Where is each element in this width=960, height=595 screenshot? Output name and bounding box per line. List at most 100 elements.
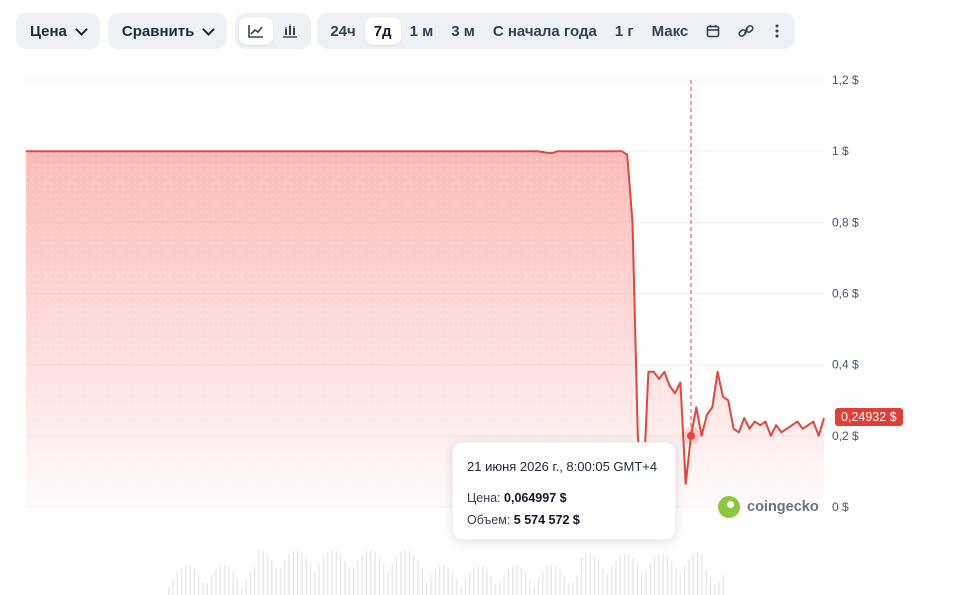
volume-bar (490, 575, 492, 595)
volume-bar (533, 586, 535, 595)
volume-bar (421, 568, 423, 595)
volume-bar (266, 554, 269, 595)
y-tick-label: 0,4 $ (832, 358, 859, 372)
volume-bar (395, 556, 398, 595)
volume-bar (718, 581, 720, 595)
price-area (26, 150, 825, 507)
volume-bar (275, 568, 277, 595)
volume-bar (301, 552, 303, 595)
volume-bar (576, 574, 578, 595)
volume-bar (559, 569, 561, 595)
volume-bar (391, 563, 393, 595)
chart-tooltip: 21 июня 2026 г., 8:00:05 GMT+4 Цена: 0,0… (452, 442, 676, 540)
volume-bar (340, 554, 342, 595)
volume-bar (464, 578, 466, 595)
volume-bar (215, 569, 217, 595)
volume-bar (193, 569, 196, 595)
volume-bar (623, 553, 626, 595)
volume-bar (705, 570, 707, 595)
volume-bar (628, 554, 630, 595)
volume-bar (404, 550, 406, 595)
volume-bar (653, 556, 656, 595)
tooltip-price-value: 0,064997 $ (504, 491, 567, 505)
volume-bar (550, 565, 552, 595)
volume-bar (383, 564, 385, 595)
volume-bar (262, 550, 264, 595)
volume-bar (675, 568, 677, 595)
y-tick-label: 0 $ (832, 500, 849, 514)
volume-bar (679, 573, 681, 595)
volume-bar (357, 560, 359, 595)
area-dot-texture (26, 151, 824, 507)
volume-bar (645, 569, 647, 595)
volume-bar (331, 550, 333, 595)
volume-bar (619, 554, 621, 595)
volume-bar (542, 571, 544, 595)
volume-bar (507, 569, 509, 595)
volume-bar (714, 584, 716, 595)
volume-bar (696, 553, 699, 595)
volume-bar (610, 566, 613, 595)
volume-bar (486, 569, 488, 595)
volume-bar (387, 571, 389, 595)
volume-bar (606, 574, 608, 595)
volume-bar (593, 555, 595, 595)
y-tick-label: 1,2 $ (832, 73, 859, 87)
volume-bar (305, 557, 307, 595)
volume-bar (241, 586, 243, 595)
volume-bars (168, 550, 724, 595)
volume-bar (297, 550, 299, 595)
tooltip-date: 21 июня 2026 г., 8:00:05 GMT+4 (467, 459, 658, 474)
volume-bar (219, 565, 221, 595)
tooltip-volume-label: Объем: (467, 513, 511, 527)
volume-bar (374, 552, 376, 595)
volume-bar (456, 579, 458, 595)
volume-bar (176, 572, 178, 595)
tooltip-volume-value: 5 574 572 $ (513, 513, 580, 527)
volume-bar (172, 579, 174, 595)
volume-bar (451, 572, 454, 595)
volume-bar (615, 559, 617, 595)
tooltip-price-label: Цена: (467, 491, 501, 505)
volume-bar (666, 555, 669, 595)
volume-bar (563, 576, 565, 595)
volume-bar (684, 566, 686, 595)
volume-bar (469, 571, 471, 595)
volume-bar (649, 562, 651, 595)
volume-bar (636, 564, 638, 595)
volume-bar (555, 566, 557, 595)
volume-bar (494, 583, 497, 595)
volume-bar (348, 568, 350, 595)
volume-bar (335, 550, 337, 595)
volume-bar (585, 553, 587, 595)
volume-bar (426, 582, 428, 595)
volume-bar (245, 578, 247, 595)
volume-bar (516, 565, 518, 595)
volume-bar (279, 567, 282, 595)
volume-bar (460, 586, 462, 595)
volume-bar (271, 560, 273, 595)
volume-bar (692, 554, 694, 595)
volume-bar (524, 572, 527, 595)
volume-bar (365, 550, 368, 595)
volume-bar (168, 587, 170, 595)
volume-bar (602, 567, 604, 595)
volume-bar (701, 554, 703, 595)
volume-bar (198, 575, 200, 595)
volume-bar (223, 565, 226, 595)
tooltip-volume-row: Объем: 5 574 572 $ (467, 513, 661, 527)
y-axis: 0 $ 0,2 $ 0,4 $ 0,6 $ 0,8 $ 1 $ 1,2 $ (832, 73, 859, 514)
volume-bar (228, 567, 230, 595)
volume-bar (408, 550, 411, 595)
volume-bar (344, 560, 346, 595)
volume-bar (430, 574, 432, 595)
volume-bar (567, 583, 570, 595)
volume-bar (438, 565, 441, 595)
volume-bar (288, 554, 290, 595)
volume-bar (688, 559, 690, 595)
volume-bar (589, 553, 591, 595)
volume-bar (211, 575, 213, 595)
volume-bar (499, 582, 501, 595)
volume-bar (352, 567, 355, 595)
volume-bar (180, 567, 183, 595)
